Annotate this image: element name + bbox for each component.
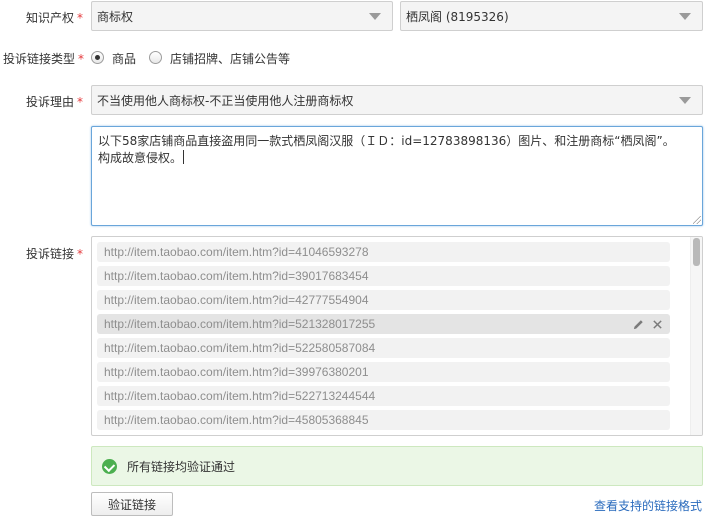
chevron-down-icon [369,13,381,20]
links-list[interactable]: http://item.taobao.com/item.htm?id=41046… [91,236,703,436]
ip-type-select[interactable]: 商标权 [91,1,393,31]
link-item[interactable]: http://item.taobao.com/item.htm?id=52132… [97,314,670,334]
validation-message: 所有链接均验证通过 [127,459,236,474]
scrollbar[interactable] [690,237,702,435]
reason-text-line-2: 构成故意侵权。 [98,150,696,167]
link-item[interactable]: http://item.taobao.com/item.htm?id=41046… [97,242,670,262]
scroll-thumb[interactable] [693,238,700,266]
required-mark: * [77,95,84,109]
chevron-down-icon [679,97,691,104]
reason-label-text: 投诉理由 [26,95,75,109]
reason-textarea[interactable]: 以下58家店铺商品直接盗用同一款式栖凤阁汉服（ＩＤ：id=12783898136… [91,126,703,226]
resize-handle[interactable] [693,216,701,224]
reason-text-line-2-value: 构成故意侵权。 [98,151,183,165]
link-url: http://item.taobao.com/item.htm?id=45805… [104,413,369,427]
link-type-label-text: 投诉链接类型 [3,52,76,66]
link-url: http://item.taobao.com/item.htm?id=52132… [104,317,376,331]
text-cursor [183,150,185,164]
close-icon[interactable] [652,319,663,330]
check-circle-icon [102,458,117,474]
supported-formats-link[interactable]: 查看支持的链接格式 [594,497,702,514]
radio-shop-label[interactable]: 店铺招牌、店铺公告等 [170,50,290,67]
link-url: http://item.taobao.com/item.htm?id=41046… [104,245,369,259]
link-url: http://item.taobao.com/item.htm?id=39976… [104,365,369,379]
link-type-label: 投诉链接类型 * [3,50,84,67]
radio-goods-label[interactable]: 商品 [112,50,136,67]
link-url: http://item.taobao.com/item.htm?id=52258… [104,341,376,355]
radio-shop[interactable] [149,51,162,64]
radio-goods[interactable] [91,51,104,64]
ip-label-text: 知识产权 [26,11,75,25]
link-url: http://item.taobao.com/item.htm?id=52271… [104,389,376,403]
reason-label: 投诉理由 * [26,93,83,110]
reason-select[interactable]: 不当使用他人商标权-不正当使用他人注册商标权 [91,85,703,115]
ip-owner-value: 栖凤阁 (8195326) [406,9,509,24]
link-item[interactable]: http://item.taobao.com/item.htm?id=45805… [97,410,670,430]
pencil-icon[interactable] [633,319,644,330]
required-mark: * [77,11,84,25]
required-mark: * [77,247,84,261]
reason-text-line-1: 以下58家店铺商品直接盗用同一款式栖凤阁汉服（ＩＤ：id=12783898136… [98,134,675,148]
required-mark: * [78,52,85,66]
link-item[interactable]: http://item.taobao.com/item.htm?id=52258… [97,338,670,358]
links-label: 投诉链接 * [26,245,83,262]
links-label-text: 投诉链接 [26,247,75,261]
chevron-down-icon [679,13,691,20]
verify-links-button[interactable]: 验证链接 [91,492,173,516]
link-url: http://item.taobao.com/item.htm?id=42777… [104,293,369,307]
ip-label: 知识产权 * [26,9,83,26]
link-item[interactable]: http://item.taobao.com/item.htm?id=52271… [97,386,670,406]
link-item[interactable]: http://item.taobao.com/item.htm?id=39976… [97,362,670,382]
ip-type-value: 商标权 [97,9,134,24]
link-url: http://item.taobao.com/item.htm?id=39017… [104,269,369,283]
link-item[interactable]: http://item.taobao.com/item.htm?id=39017… [97,266,670,286]
ip-owner-select[interactable]: 栖凤阁 (8195326) [400,1,703,31]
link-item[interactable]: http://item.taobao.com/item.htm?id=42777… [97,290,670,310]
validation-success-banner: 所有链接均验证通过 [91,446,703,486]
reason-value: 不当使用他人商标权-不正当使用他人注册商标权 [97,93,354,108]
